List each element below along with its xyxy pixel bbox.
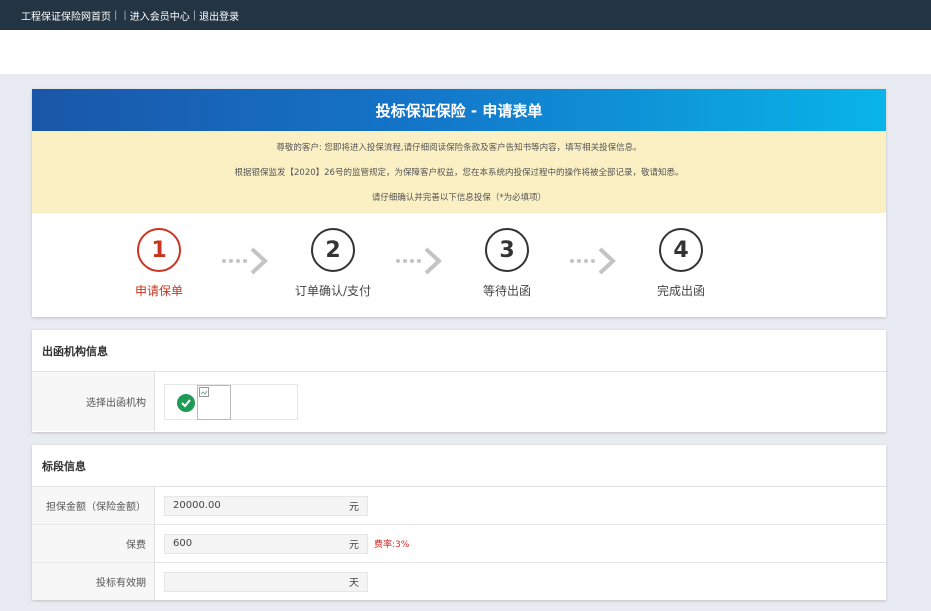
field-value: 20000.00 元 (155, 487, 886, 524)
nav-separator: | (123, 9, 127, 21)
nav-member-center-link[interactable]: 进入会员中心 (130, 8, 190, 23)
page-title: 投标保证保险 - 申请表单 (32, 89, 886, 131)
notice-box: 尊敬的客户: 您即将进入投保流程,请仔细阅读保险条款及客户告知书等内容，填写相关… (32, 131, 886, 213)
bid-section: 标段信息 担保金额（保险金额） 20000.00 元 保费 600 元 费率:3… (32, 445, 886, 600)
nav-logout-link[interactable]: 退出登录 (199, 8, 239, 23)
step-apply: 1 申请保单 (89, 228, 229, 299)
premium-row: 保费 600 元 费率:3% (32, 525, 886, 563)
validity-row: 投标有效期 天 (32, 563, 886, 600)
notice-line: 请仔细确认并完善以下信息投保（*为必填项） (371, 192, 547, 203)
issuer-option[interactable] (164, 383, 298, 420)
section-title: 标段信息 (32, 445, 886, 487)
step-number: 3 (485, 228, 529, 272)
field-value (155, 372, 886, 431)
issuer-section: 出函机构信息 选择出函机构 (32, 330, 886, 432)
field-label: 担保金额（保险金额） (32, 487, 155, 524)
step-complete: 4 完成出函 (611, 228, 751, 299)
notice-line: 根据银保监发【2020】26号的监管规定，为保障客户权益，您在本系统内投保过程中… (234, 167, 684, 178)
step-waiting: 3 等待出函 (437, 228, 577, 299)
notice-line: 尊敬的客户: 您即将进入投保流程,请仔细阅读保险条款及客户告知书等内容，填写相关… (276, 143, 642, 154)
nav-separator: | (192, 9, 197, 21)
unit-label: 元 (349, 540, 359, 551)
step-number: 2 (311, 228, 355, 272)
application-header-card: 投标保证保险 - 申请表单 尊敬的客户: 您即将进入投保流程,请仔细阅读保险条款… (32, 89, 886, 317)
step-label: 等待出函 (482, 284, 531, 298)
nav-separator: | (114, 9, 118, 21)
nav-home-link[interactable]: 工程保证保险网首页 (21, 8, 111, 23)
check-circle-icon (177, 393, 195, 412)
progress-steps: 1 申请保单 2 订单确认/支付 3 等待出函 4 完成出函 (32, 213, 886, 317)
field-label: 保费 (32, 525, 155, 562)
step-label: 订单确认/支付 (294, 284, 372, 298)
premium-input[interactable]: 600 元 (164, 533, 368, 554)
guarantee-amount-input[interactable]: 20000.00 元 (164, 495, 368, 516)
input-value: 20000.00 (173, 500, 221, 511)
field-value: 天 (155, 563, 886, 600)
step-confirm-pay: 2 订单确认/支付 (263, 228, 403, 299)
step-label: 完成出函 (656, 284, 705, 298)
field-label: 投标有效期 (32, 563, 155, 600)
step-number: 1 (137, 228, 181, 272)
header-spacer (0, 30, 931, 74)
step-label: 申请保单 (134, 284, 183, 298)
broken-image-icon (197, 384, 231, 420)
field-label: 选择出函机构 (32, 372, 155, 431)
rate-note: 费率:3% (374, 540, 410, 550)
validity-input[interactable]: 天 (164, 571, 368, 592)
top-nav-bar: 工程保证保险网首页 | | 进入会员中心 | 退出登录 (0, 0, 931, 30)
section-title: 出函机构信息 (32, 330, 886, 372)
unit-label: 元 (349, 502, 359, 513)
issuer-row: 选择出函机构 (32, 372, 886, 431)
input-value: 600 (173, 538, 193, 549)
field-value: 600 元 费率:3% (155, 525, 886, 562)
step-number: 4 (659, 228, 703, 272)
unit-label: 天 (349, 578, 359, 589)
guarantee-amount-row: 担保金额（保险金额） 20000.00 元 (32, 487, 886, 525)
